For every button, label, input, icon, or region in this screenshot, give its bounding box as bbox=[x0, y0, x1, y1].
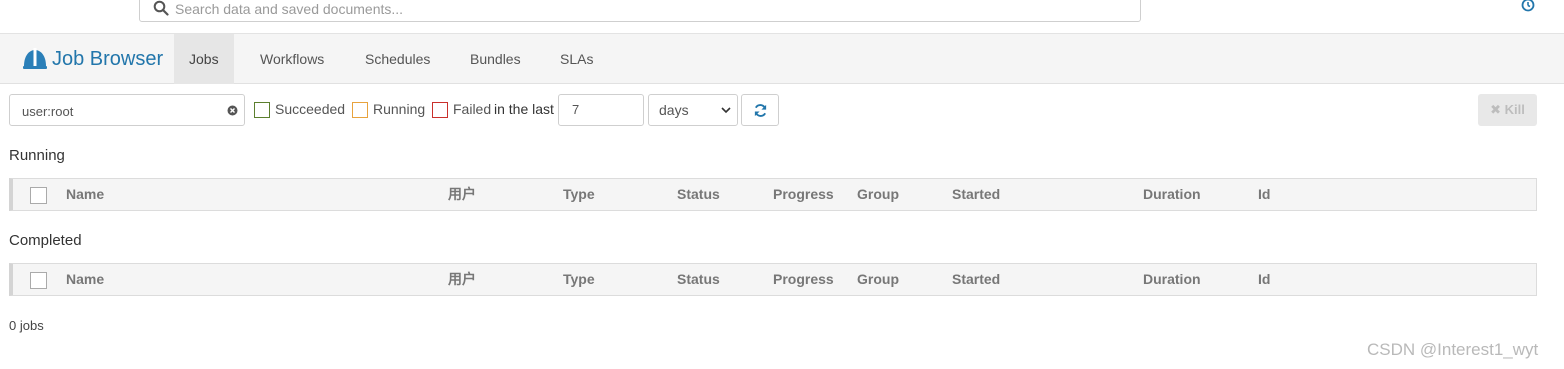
tab-slas[interactable]: SLAs bbox=[545, 34, 608, 84]
column-type[interactable]: Type bbox=[563, 264, 595, 295]
brand[interactable]: Job Browser bbox=[22, 46, 163, 72]
running-section-title: Running bbox=[9, 147, 65, 164]
watermark: CSDN @Interest1_wyt bbox=[1367, 340, 1539, 359]
succeeded-label: Succeeded bbox=[275, 101, 346, 117]
job-count: 0 jobs bbox=[9, 318, 44, 333]
column-duration[interactable]: Duration bbox=[1143, 179, 1201, 210]
running-table-header: Name 用户 Type Status Progress Group Start… bbox=[9, 178, 1537, 211]
column-group[interactable]: Group bbox=[857, 264, 899, 295]
kill-button[interactable]: ✖ Kill bbox=[1478, 94, 1537, 126]
column-started[interactable]: Started bbox=[952, 179, 1000, 210]
tab-jobs[interactable]: Jobs bbox=[174, 34, 234, 84]
tab-workflows[interactable]: Workflows bbox=[245, 34, 339, 84]
top-search-bar bbox=[0, 0, 1564, 34]
running-checkbox[interactable] bbox=[352, 102, 368, 118]
select-all-checkbox[interactable] bbox=[30, 272, 47, 289]
column-id[interactable]: Id bbox=[1258, 179, 1270, 210]
brand-title: Job Browser bbox=[52, 47, 164, 70]
completed-section-title: Completed bbox=[9, 232, 82, 249]
select-all-checkbox[interactable] bbox=[30, 187, 47, 204]
column-duration[interactable]: Duration bbox=[1143, 264, 1201, 295]
column-type[interactable]: Type bbox=[563, 179, 595, 210]
job-filter-input[interactable] bbox=[22, 101, 222, 121]
column-progress[interactable]: Progress bbox=[773, 264, 834, 295]
days-count-input[interactable]: 7 bbox=[558, 94, 644, 126]
history-icon[interactable] bbox=[1520, 0, 1536, 13]
column-progress[interactable]: Progress bbox=[773, 179, 834, 210]
succeeded-checkbox[interactable] bbox=[254, 102, 270, 118]
search-input[interactable] bbox=[175, 0, 1125, 20]
time-unit-select[interactable]: days bbox=[648, 94, 738, 126]
tab-bundles[interactable]: Bundles bbox=[455, 34, 536, 84]
refresh-icon bbox=[754, 104, 767, 117]
column-name[interactable]: Name bbox=[66, 264, 104, 295]
column-user[interactable]: 用户 bbox=[448, 179, 476, 210]
tab-schedules[interactable]: Schedules bbox=[350, 34, 445, 84]
column-name[interactable]: Name bbox=[66, 179, 104, 210]
column-group[interactable]: Group bbox=[857, 179, 899, 210]
refresh-button[interactable] bbox=[741, 94, 779, 126]
in-the-last-label: in the last bbox=[494, 101, 554, 117]
failed-checkbox[interactable] bbox=[432, 102, 448, 118]
column-id[interactable]: Id bbox=[1258, 264, 1270, 295]
job-browser-logo-icon bbox=[23, 48, 47, 69]
global-search[interactable] bbox=[139, 0, 1141, 22]
column-started[interactable]: Started bbox=[952, 264, 1000, 295]
column-status[interactable]: Status bbox=[677, 179, 720, 210]
time-unit-value: days bbox=[659, 102, 689, 118]
completed-table-header: Name 用户 Type Status Progress Group Start… bbox=[9, 263, 1537, 296]
failed-label: Failed bbox=[453, 101, 492, 117]
running-label: Running bbox=[373, 101, 426, 117]
search-icon bbox=[153, 0, 169, 16]
app-navbar: Job Browser Jobs Workflows Schedules Bun… bbox=[0, 34, 1564, 84]
column-status[interactable]: Status bbox=[677, 264, 720, 295]
job-filter-field[interactable] bbox=[9, 94, 245, 126]
column-user[interactable]: 用户 bbox=[448, 264, 476, 295]
clear-filter-icon[interactable] bbox=[227, 105, 238, 116]
chevron-down-icon bbox=[721, 107, 731, 114]
